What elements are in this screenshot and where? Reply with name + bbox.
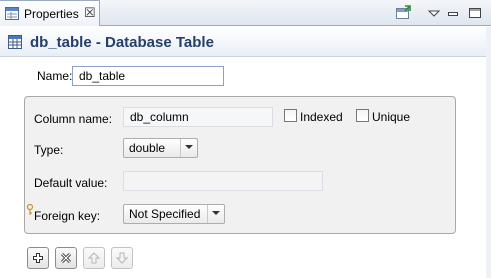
delete-icon <box>60 252 72 264</box>
foreign-key-icon <box>26 203 34 216</box>
chevron-down-icon <box>207 205 224 223</box>
name-label: Name: <box>37 69 73 83</box>
column-name-field[interactable]: db_column <box>123 107 273 127</box>
foreign-key-select[interactable]: Not Specified <box>123 204 225 224</box>
column-name-label: Column name: <box>34 112 113 126</box>
foreign-key-select-value: Not Specified <box>129 207 201 221</box>
move-down-icon <box>116 252 128 264</box>
move-down-button[interactable] <box>111 247 133 269</box>
view-menu-icon[interactable] <box>425 4 443 22</box>
column-group: Column name: db_column Indexed Unique Ty… <box>24 96 456 234</box>
database-table-icon <box>8 35 22 49</box>
minimize-icon[interactable] <box>444 4 462 22</box>
close-icon[interactable]: ☒ <box>84 5 96 21</box>
move-up-button[interactable] <box>83 247 105 269</box>
properties-form: Name: db_table Column name: db_column In… <box>0 58 491 278</box>
indexed-checkbox[interactable] <box>284 109 297 122</box>
vertical-scrollbar[interactable] <box>486 27 491 278</box>
default-value-field[interactable] <box>123 171 323 191</box>
type-select-value: double <box>129 141 166 155</box>
add-icon <box>33 253 43 263</box>
default-value-label: Default value: <box>34 176 108 190</box>
type-select[interactable]: double <box>123 138 198 158</box>
page-title: db_table - Database Table <box>30 34 214 51</box>
move-up-icon <box>88 252 100 264</box>
unique-label: Unique <box>372 110 411 124</box>
maximize-icon[interactable] <box>466 4 484 22</box>
properties-tab[interactable]: Properties ☒ <box>0 0 100 26</box>
delete-column-button[interactable] <box>55 247 77 269</box>
name-field[interactable]: db_table <box>72 66 224 86</box>
properties-tab-label: Properties <box>24 7 79 21</box>
editor-header: db_table - Database Table <box>0 27 491 57</box>
foreign-key-label: Foreign key: <box>34 209 101 223</box>
type-label: Type: <box>34 143 64 157</box>
chevron-down-icon <box>180 139 197 157</box>
view-tab-bar: Properties ☒ <box>0 0 491 26</box>
pin-to-view-icon[interactable] <box>394 4 412 22</box>
unique-checkbox[interactable] <box>356 109 369 122</box>
add-column-button[interactable] <box>27 247 49 269</box>
indexed-label: Indexed <box>300 110 343 124</box>
properties-icon <box>5 7 19 20</box>
